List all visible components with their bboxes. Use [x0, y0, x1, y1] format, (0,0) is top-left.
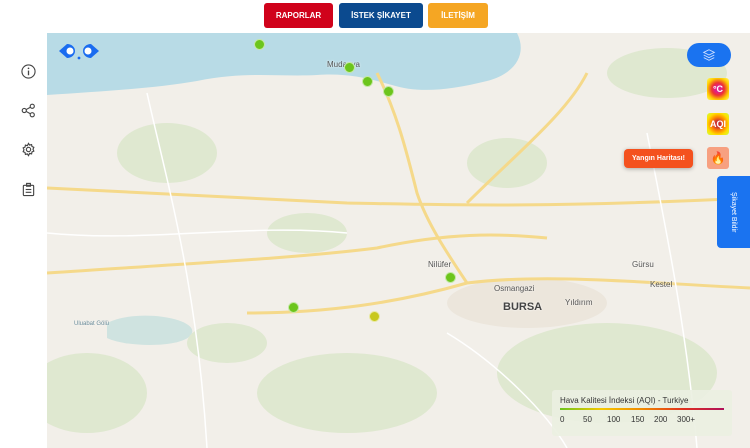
report-tab-label: Şikayet Bildir [730, 191, 737, 233]
legend-tick: 150 [631, 415, 645, 424]
fire-map-button[interactable]: 🔥 [707, 147, 729, 169]
contact-button[interactable]: İLETİŞİM [428, 3, 488, 28]
label-yildirim: Yıldırım [565, 298, 593, 307]
settings-icon[interactable] [18, 139, 38, 159]
logo [57, 41, 101, 66]
legend-title: Hava Kalitesi İndeksi (AQI) - Turkiye [560, 396, 689, 405]
station-marker[interactable] [362, 76, 373, 87]
legend-tick: 0 [560, 415, 565, 424]
label-osmangazi: Osmangazi [494, 284, 535, 293]
label-nilufer: Nilüfer [428, 260, 452, 269]
legend-color-bar [560, 408, 724, 410]
complaint-button[interactable]: İSTEK ŞİKAYET [339, 3, 423, 28]
label-gursu: Gürsu [632, 260, 654, 269]
legend-tick: 200 [654, 415, 668, 424]
temperature-layer-button[interactable]: °C [707, 78, 729, 100]
legend-tick: 50 [583, 415, 592, 424]
legend-tick: 300+ [677, 415, 696, 424]
label-uluabat: Uluabat Gölü [74, 321, 110, 327]
label-bursa: BURSA [503, 301, 543, 313]
map-view[interactable]: Mudanya Nilüfer Osmangazi BURSA Yıldırım… [47, 33, 750, 448]
fire-tooltip-text: Yangın Haritası! [632, 155, 685, 162]
share-icon[interactable] [18, 100, 38, 120]
station-marker[interactable] [344, 62, 355, 73]
layers-icon [702, 49, 716, 61]
reports-button[interactable]: RAPORLAR [264, 3, 333, 28]
fire-icon: 🔥 [710, 151, 726, 165]
legend-tick: 100 [607, 415, 621, 424]
station-marker[interactable] [445, 272, 456, 283]
map-tiles [47, 33, 750, 448]
layers-button[interactable] [687, 43, 731, 67]
report-complaint-tab[interactable]: Şikayet Bildir [717, 176, 750, 248]
aqi-layer-button[interactable]: AQI [707, 113, 729, 135]
aqi-legend: Hava Kalitesi İndeksi (AQI) - Turkiye 0 … [552, 390, 732, 436]
station-marker[interactable] [288, 302, 299, 313]
info-icon[interactable] [18, 61, 38, 81]
station-marker[interactable] [369, 311, 380, 322]
clipboard-icon[interactable] [18, 179, 38, 199]
station-marker[interactable] [254, 39, 265, 50]
fire-map-tooltip: Yangın Haritası! [624, 149, 693, 168]
label-kestel: Kestel [650, 280, 673, 289]
station-marker[interactable] [383, 86, 394, 97]
